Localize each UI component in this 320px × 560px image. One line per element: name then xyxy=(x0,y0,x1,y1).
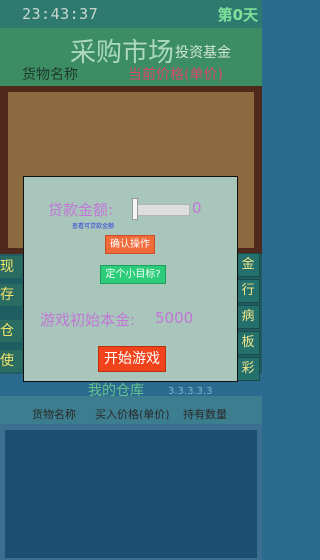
loan-value: 0 xyxy=(192,199,202,217)
warehouse-list[interactable] xyxy=(5,430,257,558)
loan-label: 贷款金额: xyxy=(48,201,114,219)
market-col-price: 当前价格(单价) xyxy=(128,67,223,83)
side-button-lottery[interactable]: 彩 xyxy=(236,357,260,381)
side-button-bank[interactable]: 金 xyxy=(236,253,260,277)
confirm-button[interactable]: 确认操作 xyxy=(105,235,155,254)
day-counter: 第0天 xyxy=(217,6,258,24)
side-button-bank[interactable]: 行 xyxy=(236,279,260,303)
side-button-hospital[interactable]: 病 xyxy=(236,305,260,329)
side-button-board[interactable]: 板 xyxy=(236,331,260,355)
warehouse-col-goods: 货物名称 xyxy=(32,408,76,421)
loan-slider-thumb[interactable] xyxy=(132,198,138,220)
game-clock: 23:43:37 xyxy=(22,5,99,23)
warehouse-panel xyxy=(0,424,262,560)
side-left-item: 现 xyxy=(0,256,22,278)
market-col-goods: 货物名称 xyxy=(22,67,78,83)
loan-hint: 查看可贷款金额 xyxy=(72,223,115,230)
capital-value: 5000 xyxy=(155,309,194,327)
target-button[interactable]: 定个小目标? xyxy=(100,265,166,284)
status-bar: 23:43:37 第0天 xyxy=(0,0,262,28)
side-left-item: 仓 xyxy=(0,320,22,342)
side-left-item: 使 xyxy=(0,350,22,372)
start-dialog: 贷款金额: 0 查看可贷款金额 确认操作 定个小目标? 游戏初始本金: 5000… xyxy=(23,176,238,382)
start-game-button[interactable]: 开始游戏 xyxy=(98,346,166,372)
fund-label: 投资基金 xyxy=(175,45,231,61)
loan-slider-track[interactable] xyxy=(132,204,190,216)
side-left-item: 存 xyxy=(0,284,22,306)
capital-label: 游戏初始本金: xyxy=(40,311,136,329)
warehouse-col-quantity: 持有数量 xyxy=(183,408,227,421)
warehouse-col-buy-price: 买入价格(单价) xyxy=(95,408,170,421)
